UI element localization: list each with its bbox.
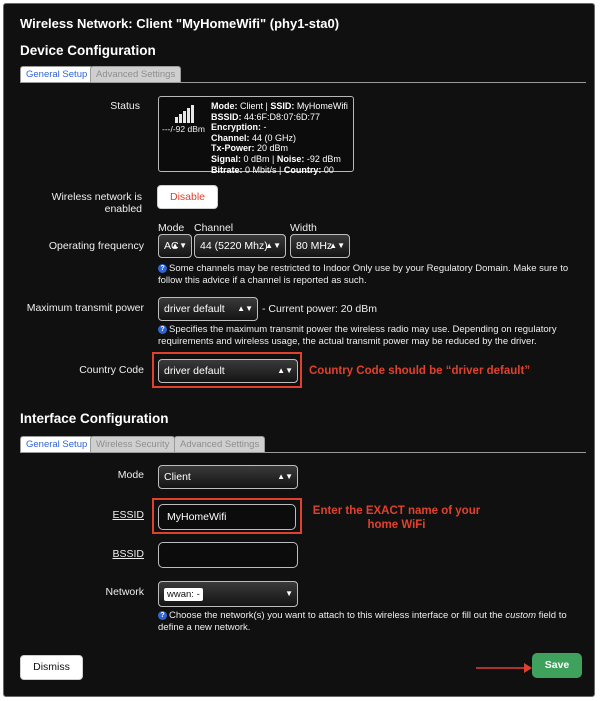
- dialog-title: Wireless Network: Client "MyHomeWifi" (p…: [20, 16, 340, 31]
- help-circle-icon: ?: [158, 611, 167, 620]
- updown-chevron-icon: ▲▼: [265, 241, 281, 250]
- status-details: Mode: Client | SSID: MyHomeWifi BSSID: 4…: [211, 101, 348, 175]
- txpower-hint: ? Specifies the maximum transmit power th…: [158, 324, 557, 347]
- frequency-label: Operating frequency: [48, 240, 144, 252]
- bssid-label: BSSID: [112, 548, 144, 560]
- width-column-header: Width: [290, 222, 317, 234]
- txpower-select[interactable]: driver default ▲▼: [158, 297, 258, 321]
- save-button[interactable]: Save: [532, 653, 582, 678]
- updown-chevron-icon: ▲▼: [171, 241, 187, 250]
- dialog-window: Wireless Network: Client "MyHomeWifi" (p…: [3, 3, 595, 697]
- width-select[interactable]: 80 MHz ▲▼: [290, 234, 350, 258]
- current-power-text: - Current power: 20 dBm: [262, 303, 377, 315]
- essid-label: ESSID: [112, 509, 144, 521]
- tab-general-setup[interactable]: General Setup: [20, 66, 94, 82]
- country-label: Country Code: [79, 364, 144, 376]
- interface-config-heading: Interface Configuration: [20, 411, 169, 426]
- updown-chevron-icon: ▲▼: [237, 304, 253, 313]
- signal-bars-icon: [175, 105, 195, 123]
- frequency-hint: ? Some channels may be restricted to Indo…: [158, 263, 569, 286]
- tab-iface-advanced-settings[interactable]: Advanced Settings: [174, 436, 266, 452]
- network-chip: wwan: -: [164, 588, 203, 601]
- help-circle-icon: ?: [158, 264, 167, 273]
- network-label: Network: [105, 586, 144, 598]
- device-config-heading: Device Configuration: [20, 43, 156, 58]
- status-label: Status: [110, 100, 140, 112]
- essid-annotation: Enter the EXACT name of your home WiFi: [312, 505, 481, 531]
- mode-column-header: Mode: [158, 222, 185, 234]
- tab-divider: [20, 452, 586, 453]
- country-select[interactable]: driver default ▲▼: [158, 359, 298, 383]
- updown-chevron-icon: ▲▼: [277, 366, 293, 375]
- iface-mode-select[interactable]: Client ▲▼: [158, 465, 298, 489]
- txpower-label: Maximum transmit power: [26, 302, 144, 314]
- signal-strength-text: ---/-92 dBm: [162, 124, 205, 134]
- updown-chevron-icon: ▲▼: [329, 241, 345, 250]
- network-select[interactable]: wwan: - ▼: [158, 581, 298, 607]
- tab-wireless-security[interactable]: Wireless Security: [90, 436, 176, 452]
- essid-input[interactable]: MyHomeWifi: [158, 504, 296, 530]
- network-hint: ? Choose the network(s) you want to attac…: [158, 610, 567, 633]
- help-circle-icon: ?: [158, 325, 167, 334]
- country-annotation: Country Code should be “driver default”: [309, 365, 531, 377]
- updown-chevron-icon: ▲▼: [277, 472, 293, 481]
- iface-mode-label: Mode: [117, 469, 144, 481]
- tab-divider: [20, 82, 586, 83]
- tab-advanced-settings[interactable]: Advanced Settings: [90, 66, 182, 82]
- mode-select[interactable]: AC ▲▼: [158, 234, 192, 258]
- status-panel: ---/-92 dBm Mode: Client | SSID: MyHomeW…: [158, 96, 354, 175]
- channel-select[interactable]: 44 (5220 Mhz) ▲▼: [194, 234, 286, 258]
- updown-chevron-icon: ▼: [285, 589, 293, 598]
- bssid-input[interactable]: [158, 542, 298, 568]
- channel-column-header: Channel: [194, 222, 234, 234]
- right-arrow-icon: [476, 663, 532, 673]
- enabled-label: Wireless network is enabled: [51, 191, 142, 215]
- dismiss-button[interactable]: Dismiss: [20, 655, 83, 680]
- disable-button[interactable]: Disable: [157, 185, 218, 209]
- tab-iface-general-setup[interactable]: General Setup: [20, 436, 94, 452]
